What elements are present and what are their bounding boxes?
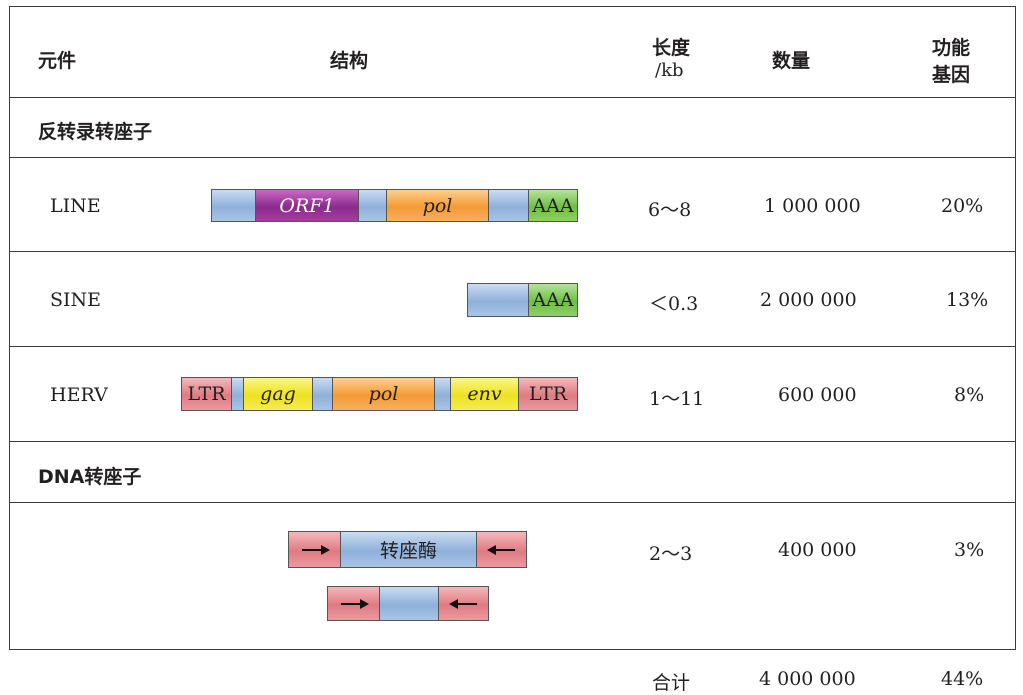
- line-aaa-segment: AAA: [528, 189, 578, 222]
- row-sine-percent: 13%: [946, 289, 989, 311]
- herv-spacer-3: [434, 377, 451, 411]
- right-arrow-icon: [340, 598, 369, 609]
- row-line-length: 6～8: [648, 199, 692, 221]
- total-label: 合计: [652, 672, 691, 694]
- row-divider-herv: [9, 441, 1016, 442]
- header-length: 长度: [652, 37, 691, 59]
- herv-env-segment: env: [450, 377, 519, 411]
- total-count: 4 000 000: [759, 668, 856, 690]
- row-line-count: 1 000 000: [764, 195, 861, 217]
- line-spacer-3: [488, 189, 529, 222]
- left-arrow-icon: [486, 544, 515, 555]
- row-herv-name: HERV: [50, 384, 108, 406]
- dna-deleted-body-segment: [379, 586, 439, 621]
- row-sine-name: SINE: [50, 289, 102, 311]
- row-dna-count: 400 000: [778, 539, 857, 561]
- row-line-name: LINE: [50, 195, 101, 217]
- section-divider-1: [9, 157, 1016, 158]
- dna-right-repeat-segment: [476, 531, 527, 568]
- row-divider-line: [9, 251, 1016, 252]
- row-line-percent: 20%: [941, 195, 984, 217]
- row-dna-percent: 3%: [954, 539, 985, 561]
- right-arrow-icon: [301, 544, 330, 555]
- sine-body-segment: [467, 283, 529, 317]
- header-structure: 结构: [330, 50, 369, 72]
- herv-pol-segment: pol: [332, 377, 435, 411]
- header-count: 数量: [772, 50, 811, 72]
- header-length-unit: /kb: [655, 60, 684, 81]
- line-orf1-segment: ORF1: [255, 189, 359, 222]
- row-herv-count: 600 000: [778, 384, 857, 406]
- herv-ltr-right-segment: LTR: [518, 377, 578, 411]
- section-divider-2: [9, 502, 1016, 503]
- row-sine-length: ＜0.3: [649, 293, 699, 315]
- row-sine-count: 2 000 000: [760, 289, 857, 311]
- header-function-genes: 基因: [932, 64, 971, 86]
- row-divider-sine: [9, 346, 1016, 347]
- header-function: 功能: [932, 37, 971, 59]
- section-retrotransposon: 反转录转座子: [38, 121, 153, 143]
- total-percent: 44%: [941, 668, 984, 690]
- section-dna-transposon: DNA转座子: [38, 466, 142, 488]
- header-divider: [9, 97, 1016, 98]
- row-dna-length: 2～3: [649, 543, 693, 565]
- dna-transposase-segment: 转座酶: [340, 531, 477, 568]
- dna-deleted-left-repeat-segment: [327, 586, 380, 621]
- dna-deleted-right-repeat-segment: [438, 586, 489, 621]
- header-element: 元件: [38, 50, 77, 72]
- dna-left-repeat-segment: [288, 531, 341, 568]
- herv-ltr-left-segment: LTR: [181, 377, 232, 411]
- line-spacer-1: [211, 189, 256, 222]
- row-herv-percent: 8%: [954, 384, 985, 406]
- herv-gag-segment: gag: [243, 377, 313, 411]
- line-spacer-2: [358, 189, 387, 222]
- line-pol-segment: pol: [386, 189, 489, 222]
- sine-aaa-segment: AAA: [528, 283, 578, 317]
- herv-spacer-2: [312, 377, 333, 411]
- left-arrow-icon: [448, 598, 477, 609]
- row-herv-length: 1～11: [649, 388, 705, 410]
